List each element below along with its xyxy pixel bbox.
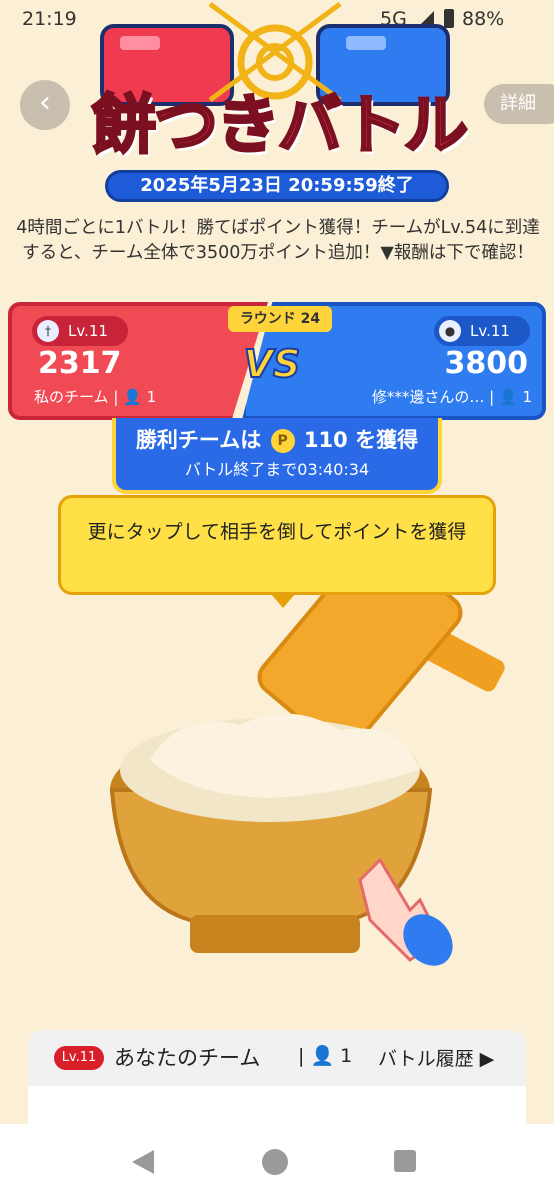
team-member-count: | 👤 1 xyxy=(298,1045,353,1067)
detail-button[interactable]: 詳細 xyxy=(484,84,554,124)
system-nav-bar xyxy=(0,1124,554,1200)
round-label: ラウンド 24 xyxy=(228,306,332,332)
opponent-score: 3800 xyxy=(444,346,529,381)
my-team-members: 1 xyxy=(146,388,157,406)
nav-home-icon[interactable] xyxy=(262,1149,288,1175)
opponent-name-row: 修***邊さんの… | 👤 1 xyxy=(368,386,532,407)
battle-history-link[interactable]: バトル履歴 ▶ xyxy=(378,1044,494,1071)
my-team-level: † Lv.11 xyxy=(32,316,128,346)
win-suffix: を獲得 xyxy=(355,428,419,452)
member-icon: | 👤 xyxy=(489,388,518,406)
my-team-name-row: 私のチーム | 👤 1 xyxy=(34,386,156,407)
team-card-title: あなたのチーム xyxy=(114,1046,261,1070)
battle-scoreboard: ラウンド 24 † Lv.11 2317 私のチーム | 👤 1 VS ● Lv… xyxy=(8,302,546,420)
opponent-avatar-icon: ● xyxy=(439,320,461,342)
tap-hand-icon xyxy=(358,857,453,966)
win-points: 110 xyxy=(303,428,348,452)
my-team-score: 2317 xyxy=(38,346,122,381)
member-icon: | 👤 xyxy=(113,388,142,406)
team-level-badge: Lv.11 xyxy=(54,1046,104,1070)
my-team-name: 私のチーム xyxy=(34,388,109,406)
nav-back-icon[interactable] xyxy=(132,1150,154,1174)
team-members-value: 1 xyxy=(340,1045,353,1067)
tap-hint-tooltip: 更にタップして相手を倒してポイントを獲得 xyxy=(58,495,496,608)
opponent-members: 1 xyxy=(522,388,532,406)
opponent-name: 修***邊さんの… xyxy=(371,388,485,406)
win-reward-text: 勝利チームは P 110 を獲得 xyxy=(116,424,438,454)
team-card-header: Lv.11 あなたのチーム | 👤 1 バトル履歴 ▶ xyxy=(28,1030,526,1086)
win-reward-banner: 勝利チームは P 110 を獲得 バトル終了まで03:40:34 xyxy=(112,418,442,494)
back-button[interactable]: ‹ xyxy=(20,80,70,130)
my-team-level-text: Lv.11 xyxy=(68,322,108,340)
mochi-pounding-scene[interactable] xyxy=(0,560,554,980)
win-prefix: 勝利チームは xyxy=(135,428,262,452)
vs-label: VS xyxy=(243,341,302,387)
page-title: 餅つきバトル xyxy=(91,88,470,165)
event-description: 4時間ごとに1バトル！勝てばポイント獲得！チームがLv.54に到達すると、チーム… xyxy=(16,218,540,263)
my-team-avatar-icon: † xyxy=(37,320,59,342)
opponent-level: ● Lv.11 xyxy=(434,316,530,346)
point-coin-icon: P xyxy=(270,429,295,453)
nav-recents-icon[interactable] xyxy=(394,1150,416,1172)
event-period-badge: 2025年5月23日 20:59:59終了 xyxy=(105,170,449,202)
opponent-level-text: Lv.11 xyxy=(470,322,510,340)
battle-countdown: バトル終了まで03:40:34 xyxy=(184,460,370,479)
